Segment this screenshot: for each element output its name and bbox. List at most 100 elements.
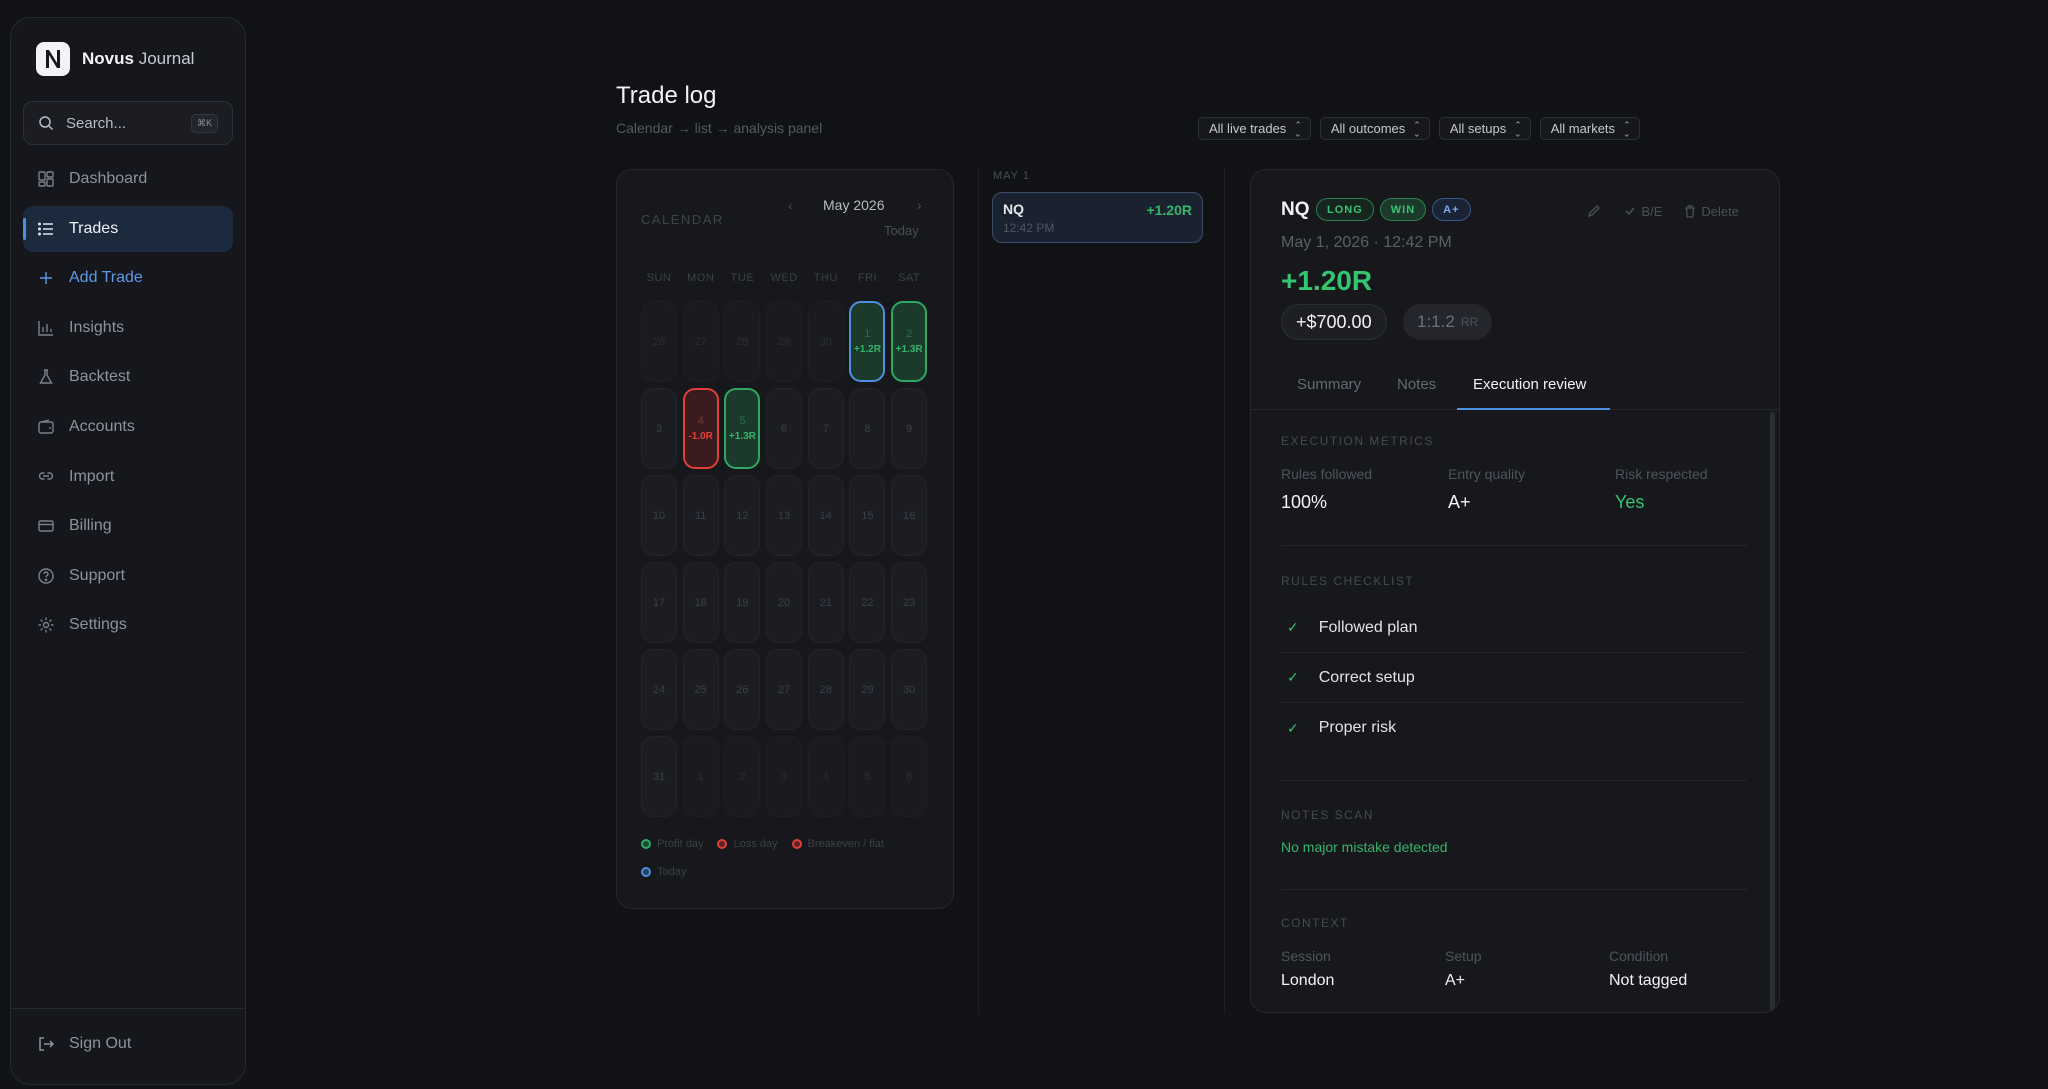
filter-select[interactable]: All markets ⌃ ⌃ [1539, 117, 1640, 140]
calendar-day[interactable]: 28 [724, 301, 761, 382]
calendar-day[interactable]: 5 [849, 736, 886, 817]
weekday-label: FRI [857, 272, 878, 284]
sign-out-label: Sign Out [69, 1035, 132, 1052]
calendar-day[interactable]: 20 [766, 562, 803, 643]
calendar-day[interactable]: 3 [641, 388, 677, 469]
sidebar-item-settings[interactable]: Settings [23, 602, 233, 648]
weekday-label: TUE [730, 272, 755, 284]
filter-select[interactable]: All outcomes ⌃ ⌃ [1319, 117, 1430, 140]
calendar-day[interactable]: 4 -1.0R [682, 388, 719, 469]
filter-select[interactable]: All setups ⌃ ⌃ [1438, 117, 1531, 140]
calendar-panel: CALENDAR ‹ May 2026 › Today SUN MON TUE WED… [616, 169, 954, 909]
tab-notes[interactable]: Notes [1397, 376, 1436, 393]
section-divider [1281, 780, 1747, 781]
day-number: 17 [652, 596, 666, 609]
calendar-day[interactable]: 31 [641, 736, 677, 817]
delete-button[interactable]: Delete [1684, 204, 1739, 219]
outcome-badge: WIN [1379, 198, 1427, 221]
calendar-day[interactable]: 30 [807, 301, 844, 382]
notes-scan-result: No major mistake detected [1281, 839, 1448, 855]
context-title: CONTEXT [1281, 916, 1349, 930]
sidebar-item-support[interactable]: Support [23, 553, 233, 599]
calendar-day[interactable]: 14 [807, 475, 844, 556]
calendar-day[interactable]: 29 [766, 301, 803, 382]
calendar-day[interactable]: 21 [807, 562, 844, 643]
bar-chart-icon [38, 320, 53, 336]
calendar-day[interactable]: 6 [891, 736, 928, 817]
calendar-day[interactable]: 30 [891, 649, 928, 730]
day-number: 18 [694, 596, 707, 609]
calendar-day[interactable]: 27 [766, 649, 803, 730]
plus-icon [40, 272, 52, 285]
prev-month-button[interactable]: ‹ [788, 197, 793, 213]
calendar-day[interactable]: 12 [724, 475, 761, 556]
breakeven-button[interactable]: B/E [1624, 204, 1662, 219]
tab-summary[interactable]: Summary [1297, 376, 1361, 393]
calendar-day[interactable]: 6 [766, 388, 803, 469]
checklist-item-label: Correct setup [1318, 668, 1415, 686]
sidebar-item-backtest[interactable]: Backtest [23, 354, 233, 400]
calendar-day[interactable]: 15 [849, 475, 886, 556]
sidebar-item-dashboard[interactable]: Dashboard [23, 156, 233, 202]
search-input[interactable]: Search... ⌘K [23, 101, 233, 145]
calendar-day[interactable]: 8 [849, 388, 886, 469]
flask-icon [39, 369, 53, 385]
calendar-day[interactable]: 24 [641, 649, 677, 730]
sidebar-item-accounts[interactable]: Accounts [23, 404, 233, 450]
calendar-day[interactable]: 25 [682, 649, 719, 730]
calendar-day[interactable]: 22 [849, 562, 886, 643]
day-number: 14 [819, 509, 832, 522]
day-number: 5 [739, 415, 746, 427]
page-subtitle: Calendar → list → analysis panel [616, 120, 823, 136]
calendar-day[interactable]: 2 [724, 736, 761, 817]
today-button[interactable]: Today [884, 223, 919, 238]
calendar-day[interactable]: 27 [682, 301, 719, 382]
calendar-day[interactable]: 16 [891, 475, 928, 556]
calendar-day[interactable]: 13 [766, 475, 803, 556]
calendar-grid: 26 27 28 29 30 1 +1.2R 2 +1.3R 3 4 -1.0R 5 +1.3R 6 7 8 9 1… [641, 301, 928, 817]
sidebar-item-trades[interactable]: Trades [23, 205, 233, 252]
legend-label: Breakeven / flat [807, 838, 884, 850]
next-month-button[interactable]: › [917, 197, 922, 213]
calendar-day[interactable]: 9 [891, 388, 928, 469]
calendar-day[interactable]: 29 [849, 649, 886, 730]
calendar-day[interactable]: 26 [724, 649, 761, 730]
calendar-day[interactable]: 3 [766, 736, 803, 817]
scrollbar[interactable] [1770, 412, 1775, 1012]
sidebar-item-label: Support [69, 566, 126, 584]
sidebar-item-insights[interactable]: Insights [23, 305, 233, 351]
filter-bar: All live trades ⌃ ⌃ All outcomes ⌃ ⌃ All setup… [1198, 117, 1640, 140]
sidebar-item-import[interactable]: Import [23, 454, 233, 500]
calendar-day[interactable]: 28 [807, 649, 844, 730]
calendar-day[interactable]: 4 [807, 736, 844, 817]
shortcut-badge: ⌘K [190, 113, 218, 133]
check-icon [1625, 207, 1636, 216]
check-icon: ✓ [1287, 719, 1299, 736]
trade-card[interactable]: NQ +1.20R 12:42 PM [992, 192, 1203, 243]
calendar-day[interactable]: 1 +1.2R [849, 301, 886, 382]
tab-execution-review[interactable]: Execution review [1473, 376, 1586, 393]
edit-button[interactable] [1586, 203, 1602, 219]
filter-select[interactable]: All live trades ⌃ ⌃ [1198, 117, 1311, 140]
calendar-day[interactable]: 17 [641, 562, 677, 643]
calendar-day[interactable]: 18 [682, 562, 719, 643]
calendar-day[interactable]: 26 [641, 301, 677, 382]
calendar-day[interactable]: 1 [682, 736, 719, 817]
sidebar-item-billing[interactable]: Billing [23, 503, 233, 549]
calendar-day[interactable]: 19 [724, 562, 761, 643]
day-number: 4 [697, 415, 704, 427]
calendar-day[interactable]: 23 [891, 562, 928, 643]
sign-out-button[interactable]: Sign Out [37, 1035, 131, 1053]
legend-item: Breakeven / flat [791, 838, 884, 850]
card-icon [38, 520, 54, 532]
calendar-day[interactable]: 10 [641, 475, 677, 556]
calendar-day[interactable]: 7 [807, 388, 844, 469]
day-number: 22 [861, 596, 874, 609]
list-icon [38, 222, 53, 236]
brand[interactable]: Novus Journal [36, 42, 194, 76]
trade-r-value: +1.20R [1146, 202, 1192, 218]
calendar-day[interactable]: 5 +1.3R [724, 388, 761, 469]
calendar-day[interactable]: 11 [682, 475, 719, 556]
calendar-day[interactable]: 2 +1.3R [891, 301, 928, 382]
sidebar-item-add-trade[interactable]: Add Trade [23, 255, 233, 301]
